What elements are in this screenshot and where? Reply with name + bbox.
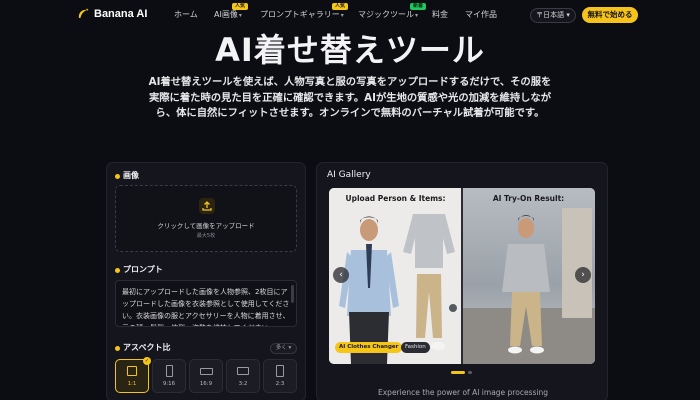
person-and-items-illustration bbox=[339, 214, 457, 364]
aspect-ratio-1-1[interactable]: ✓ 1:1 bbox=[115, 357, 151, 393]
carousel-prev-button[interactable]: ‹ bbox=[333, 267, 349, 283]
carousel-pagination bbox=[451, 371, 475, 374]
section-label-text: アスペクト比 bbox=[123, 343, 171, 352]
ratio-label: 9:16 bbox=[162, 381, 176, 387]
language-label: 日本語 bbox=[543, 11, 565, 19]
bullet-icon bbox=[115, 267, 120, 273]
prompt-text: 最初にアップロードした画像を人物参照、2枚目にアップロードした画像を衣装参照とし… bbox=[122, 288, 290, 326]
aspect-ratio-9-16[interactable]: 9:16 bbox=[152, 359, 186, 393]
pagination-dot[interactable] bbox=[468, 371, 472, 374]
chevron-down-icon: ▾ bbox=[415, 12, 419, 19]
upload-side-title: Upload Person & Items: bbox=[345, 194, 446, 203]
prompt-section-label: プロンプト bbox=[115, 265, 163, 275]
upload-limit-hint: 最大5枚 bbox=[196, 233, 216, 239]
landscape-icon bbox=[200, 368, 213, 375]
gallery-caption: Experience the power of AI image process… bbox=[378, 388, 548, 397]
more-ratios-button[interactable]: 多く ▾ bbox=[270, 343, 297, 354]
chevron-down-icon: ▾ bbox=[340, 12, 344, 19]
carousel-next-button[interactable]: › bbox=[575, 267, 591, 283]
nav-item-pricing[interactable]: 料金 bbox=[432, 9, 448, 21]
upload-icon bbox=[199, 198, 215, 214]
chevron-left-icon: ‹ bbox=[339, 270, 343, 280]
ratio-label: 3:2 bbox=[238, 381, 248, 387]
popular-badge: 人気 bbox=[232, 3, 249, 10]
bullet-icon bbox=[115, 345, 120, 351]
chevron-right-icon: › bbox=[581, 270, 585, 280]
logo[interactable]: Banana AI bbox=[76, 7, 147, 21]
popular-badge: 人気 bbox=[332, 3, 349, 10]
bullet-icon bbox=[115, 173, 120, 179]
tag-ai-clothes-changer: AI Clothes Changer bbox=[335, 342, 403, 353]
logo-text: Banana AI bbox=[94, 8, 148, 20]
aspect-ratio-2-3[interactable]: 2:3 bbox=[263, 359, 297, 393]
nav-item-label: マジックツール bbox=[358, 10, 414, 19]
aspect-section-label: アスペクト比 bbox=[115, 343, 170, 353]
page-title: AI着せ替えツール bbox=[215, 31, 485, 69]
section-label-text: 画像 bbox=[123, 171, 139, 180]
aspect-ratio-16-9[interactable]: 16:9 bbox=[189, 359, 223, 393]
scrollbar[interactable] bbox=[291, 285, 294, 303]
ai-gallery-panel: AI Gallery Upload Person & Items: AI Try… bbox=[316, 162, 608, 400]
nav-item-ai-image[interactable]: AI画像▾ bbox=[214, 9, 242, 22]
portrait-icon bbox=[166, 365, 173, 377]
nav-item-label: AI画像 bbox=[214, 10, 238, 19]
pagination-dot-active[interactable] bbox=[451, 371, 465, 374]
prompt-textarea[interactable]: 最初にアップロードした画像を人物参照、2枚目にアップロードした画像を衣装参照とし… bbox=[115, 280, 297, 327]
portrait-icon bbox=[276, 365, 284, 377]
ratio-label: 16:9 bbox=[199, 381, 213, 387]
gallery-title: AI Gallery bbox=[327, 170, 371, 180]
start-free-button[interactable]: 無料で始める bbox=[582, 7, 638, 23]
image-section-label: 画像 bbox=[115, 171, 139, 181]
language-selector[interactable]: 〒日本語 ▾ bbox=[530, 8, 576, 23]
section-label-text: プロンプト bbox=[123, 265, 163, 274]
nav-item-magic-tools[interactable]: マジックツール▾ bbox=[358, 9, 418, 22]
upload-example-image: Upload Person & Items: bbox=[329, 188, 462, 364]
nav-item-label: マイ作品 bbox=[465, 10, 497, 19]
nav-item-prompt-gallery[interactable]: プロンプトギャラリー▾ bbox=[260, 9, 344, 22]
comparison-divider bbox=[461, 188, 463, 364]
tag-fashion: Fashion bbox=[401, 342, 430, 353]
new-badge: 新着 bbox=[410, 3, 427, 10]
top-nav: Banana AI ホーム AI画像▾ 人気 プロンプトギャラリー▾ 人気 マジ… bbox=[0, 0, 700, 30]
banana-logo-icon bbox=[78, 8, 89, 18]
chevron-down-icon: ▾ bbox=[564, 11, 570, 19]
nav-item-home[interactable]: ホーム bbox=[174, 9, 198, 21]
nav-item-label: ホーム bbox=[174, 10, 198, 19]
hero-description: AI着せ替えツールを使えば、人物写真と服の写真をアップロードするだけで、その服を… bbox=[148, 76, 552, 119]
nav-item-label: プロンプトギャラリー bbox=[260, 10, 340, 19]
nav-item-label: 料金 bbox=[432, 10, 448, 19]
landscape-icon bbox=[237, 367, 249, 375]
gallery-carousel[interactable]: Upload Person & Items: AI Try-On Result:… bbox=[329, 188, 595, 364]
upload-instruction: クリックして画像をアップロード bbox=[157, 222, 255, 230]
square-icon bbox=[127, 366, 137, 376]
image-upload-dropzone[interactable]: クリックして画像をアップロード 最大5枚 bbox=[115, 185, 297, 252]
check-icon: ✓ bbox=[143, 357, 151, 365]
ratio-label: 1:1 bbox=[127, 381, 137, 387]
ratio-label: 2:3 bbox=[275, 381, 285, 387]
aspect-ratio-3-2[interactable]: 3:2 bbox=[226, 359, 260, 393]
chevron-down-icon: ▾ bbox=[238, 12, 242, 19]
generator-panel: 画像 クリックして画像をアップロード 最大5枚 プロンプト 最初にアップロードし… bbox=[106, 162, 306, 400]
nav-item-my-works[interactable]: マイ作品 bbox=[465, 9, 497, 21]
result-side-title: AI Try-On Result: bbox=[492, 194, 565, 203]
